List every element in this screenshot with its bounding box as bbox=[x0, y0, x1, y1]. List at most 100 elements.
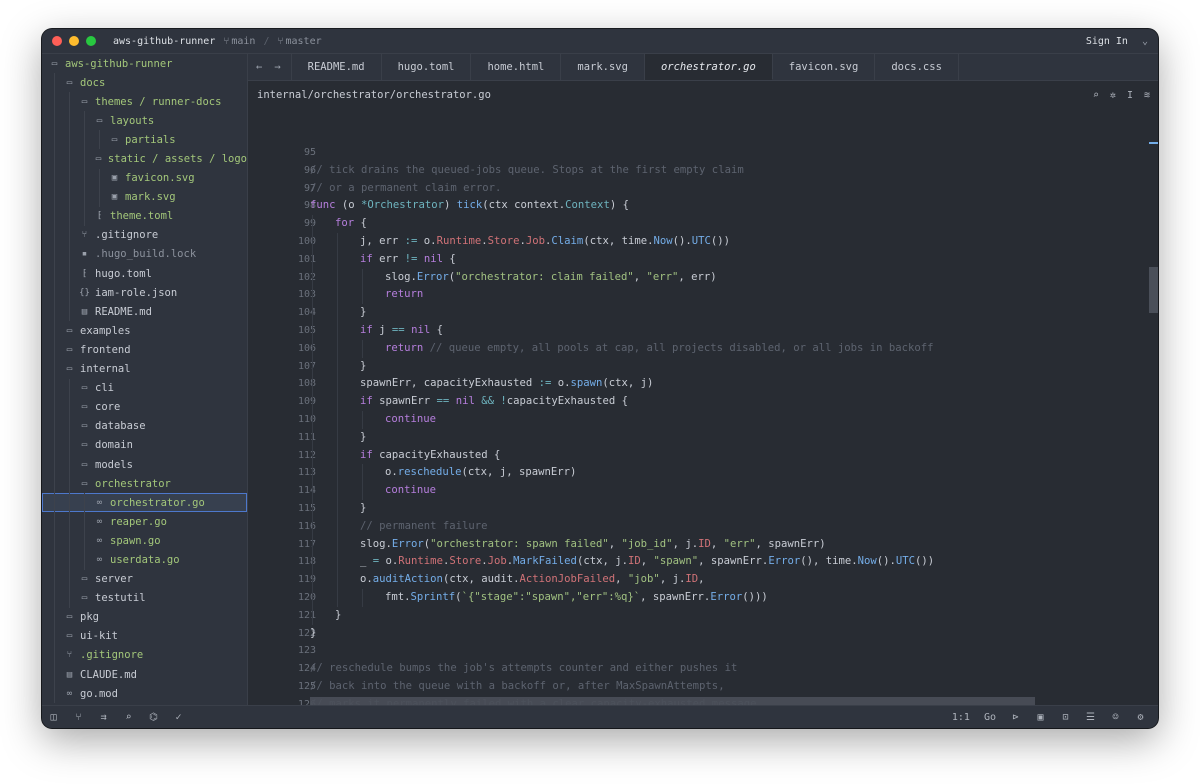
arrow-left-icon[interactable]: ← bbox=[256, 61, 262, 73]
cursor-position[interactable]: 1:1 bbox=[952, 712, 970, 723]
code-line[interactable]: 99 for { bbox=[248, 215, 1158, 233]
tree-item[interactable]: ⁅ theme.toml bbox=[42, 206, 247, 226]
code-line[interactable]: 97// or a permanent claim error. bbox=[248, 180, 1158, 198]
editor-tab[interactable]: orchestrator.go bbox=[644, 54, 773, 80]
tree-item[interactable]: ▭ testutil bbox=[42, 588, 247, 608]
tree-item[interactable]: ▭ partials bbox=[42, 130, 247, 150]
code-line[interactable]: 100 j, err := o.Runtime.Store.Job.Claim(c… bbox=[248, 232, 1158, 251]
cursor-icon[interactable]: I bbox=[1127, 90, 1133, 101]
sparkle-icon[interactable]: ✲ bbox=[1110, 90, 1116, 101]
tree-item[interactable]: ▭ core bbox=[42, 397, 247, 417]
code-line[interactable]: 103 return bbox=[248, 286, 1158, 305]
editor-tab[interactable]: home.html bbox=[471, 54, 562, 80]
code-line[interactable]: 110 continue bbox=[248, 410, 1158, 429]
vertical-scrollbar-thumb[interactable] bbox=[1149, 267, 1158, 313]
code-line[interactable]: 95 bbox=[248, 144, 1158, 162]
code-line[interactable]: 120 fmt.Sprintf(`{"stage":"spawn","err":%… bbox=[248, 588, 1158, 607]
code-line[interactable]: 117 slog.Error("orchestrator: spawn faile… bbox=[248, 535, 1158, 554]
tree-item[interactable]: ▤ CLAUDE.md bbox=[42, 665, 247, 685]
code-line[interactable]: 115} bbox=[248, 499, 1158, 518]
code-line[interactable]: 109 if spawnErr == nil && !capacityExhaus… bbox=[248, 393, 1158, 411]
code-line[interactable]: 108 spawnErr, capacityExhausted := o.spaw… bbox=[248, 375, 1158, 394]
minimize-window-button[interactable] bbox=[69, 36, 79, 46]
tree-item[interactable]: ∞ reaper.go bbox=[42, 512, 247, 532]
terminal-icon[interactable]: ⊡ bbox=[1060, 712, 1071, 723]
code-line[interactable]: 104} bbox=[248, 304, 1158, 322]
tree-item[interactable]: ▭ themes / runner-docs bbox=[42, 92, 247, 112]
code-line[interactable]: 105 if j == nil { bbox=[248, 321, 1158, 340]
code-line[interactable]: 101 if err != nil { bbox=[248, 250, 1158, 269]
editor-tab[interactable]: hugo.toml bbox=[382, 54, 472, 80]
debug-icon[interactable]: ▣ bbox=[1035, 712, 1046, 723]
tree-item[interactable]: ▭ docs bbox=[42, 73, 247, 93]
source-control-icon[interactable]: ⇉ bbox=[98, 712, 109, 723]
tree-item[interactable]: ⑂ .gitignore bbox=[42, 645, 247, 665]
git-icon[interactable]: ⑂ bbox=[73, 712, 84, 723]
search-icon[interactable]: ⌕ bbox=[1093, 90, 1099, 101]
tree-item[interactable]: ▭ domain bbox=[42, 435, 247, 455]
language-selector[interactable]: Go bbox=[984, 712, 996, 723]
zoom-window-button[interactable] bbox=[86, 36, 96, 46]
tree-item[interactable]: ▤ README.md bbox=[42, 302, 247, 322]
diagnostics-icon[interactable]: ⌬ bbox=[148, 712, 159, 723]
tree-item[interactable]: ⑂ .gitignore bbox=[42, 225, 247, 245]
code-line[interactable]: 123 bbox=[248, 642, 1158, 660]
code-line[interactable]: 118 _ = o.Runtime.Store.Job.MarkFailed(ct… bbox=[248, 553, 1158, 572]
tree-item[interactable]: ▭ server bbox=[42, 569, 247, 589]
check-icon[interactable]: ✓ bbox=[173, 712, 184, 723]
code-line[interactable]: 125// back into the queue with a backoff… bbox=[248, 678, 1158, 696]
code-line[interactable]: 98 func (o *Orchestrator) tick(ctx contex… bbox=[248, 197, 1158, 215]
sidebar-toggle-icon[interactable]: ◫ bbox=[48, 712, 59, 723]
tree-item[interactable]: ▭ internal bbox=[42, 359, 247, 379]
tree-item[interactable]: ▭ models bbox=[42, 454, 247, 475]
chevron-down-icon[interactable]: ⌄ bbox=[1142, 36, 1148, 47]
tree-item[interactable]: ▭ aws-github-runner bbox=[42, 54, 247, 73]
code-line[interactable]: 102 slog.Error("orchestrator: claim faile… bbox=[248, 268, 1158, 287]
tree-item[interactable]: ▭ frontend bbox=[42, 340, 247, 360]
tree-item[interactable]: ∞ userdata.go bbox=[42, 550, 247, 570]
code-editor[interactable]: 95 96// tick drains the queued-jobs queue… bbox=[248, 109, 1158, 706]
editor-tab[interactable]: docs.css bbox=[875, 54, 959, 80]
branch-selector[interactable]: ⑂ main / ⑂ master bbox=[223, 36, 321, 47]
arrow-right-icon[interactable]: → bbox=[274, 61, 280, 73]
breadcrumb[interactable]: internal/orchestrator/orchestrator.go bbox=[257, 89, 491, 101]
sign-in-button[interactable]: Sign In bbox=[1086, 36, 1128, 47]
outline-icon[interactable]: ☰ bbox=[1085, 712, 1096, 723]
settings-sliders-icon[interactable]: ≋ bbox=[1144, 90, 1150, 101]
tree-item[interactable]: ▭ static / assets / logo bbox=[42, 149, 247, 169]
tree-item[interactable]: ∞ go.mod bbox=[42, 684, 247, 704]
tree-item[interactable]: ⁅ hugo.toml bbox=[42, 264, 247, 284]
editor-tab[interactable]: README.md bbox=[290, 54, 382, 80]
tree-item[interactable]: ∞ spawn.go bbox=[42, 531, 247, 551]
tree-item[interactable]: ▭ cli bbox=[42, 378, 247, 398]
code-line[interactable]: 116 // permanent failure bbox=[248, 517, 1158, 536]
project-name[interactable]: aws-github-runner bbox=[113, 36, 215, 47]
code-line[interactable]: 111} bbox=[248, 428, 1158, 447]
tree-item[interactable]: ▭ examples bbox=[42, 321, 247, 341]
code-line[interactable]: 114 continue bbox=[248, 482, 1158, 500]
close-window-button[interactable] bbox=[52, 36, 62, 46]
code-line[interactable]: 124// reschedule bumps the job's attempt… bbox=[248, 660, 1158, 678]
editor-tab[interactable]: mark.svg bbox=[561, 54, 645, 80]
code-line[interactable]: 107} bbox=[248, 357, 1158, 376]
tree-item[interactable]: ▣ mark.svg bbox=[42, 187, 247, 207]
code-line[interactable]: 113 o.reschedule(ctx, j, spawnErr) bbox=[248, 464, 1158, 483]
tree-item[interactable]: {} iam-role.json bbox=[42, 283, 247, 303]
code-line[interactable]: 121} bbox=[248, 606, 1158, 625]
tree-item[interactable]: ▣ favicon.svg bbox=[42, 168, 247, 188]
collab-icon[interactable]: ☺ bbox=[1110, 712, 1121, 723]
editor-tab[interactable]: favicon.svg bbox=[773, 54, 876, 80]
tree-item[interactable]: ▪ .hugo_build.lock bbox=[42, 244, 247, 265]
code-line[interactable]: 106 return // queue empty, all pools at c… bbox=[248, 339, 1158, 358]
code-line[interactable]: 122} bbox=[248, 625, 1158, 643]
tree-item[interactable]: ▭ layouts bbox=[42, 111, 247, 131]
notification-icon[interactable]: ⚙ bbox=[1135, 712, 1146, 723]
tree-item[interactable]: ▭ ui-kit bbox=[42, 626, 247, 646]
tree-item[interactable]: ∞ orchestrator.go bbox=[42, 493, 247, 513]
tree-item[interactable]: ▭ pkg bbox=[42, 607, 247, 627]
code-line[interactable]: 112 if capacityExhausted { bbox=[248, 446, 1158, 465]
tree-item[interactable]: ▭ orchestrator bbox=[42, 474, 247, 494]
vim-icon[interactable]: ⊳ bbox=[1010, 712, 1021, 723]
code-line[interactable]: 96// tick drains the queued-jobs queue. … bbox=[248, 162, 1158, 180]
code-line[interactable]: 119 o.auditAction(ctx, audit.ActionJobFai… bbox=[248, 571, 1158, 589]
